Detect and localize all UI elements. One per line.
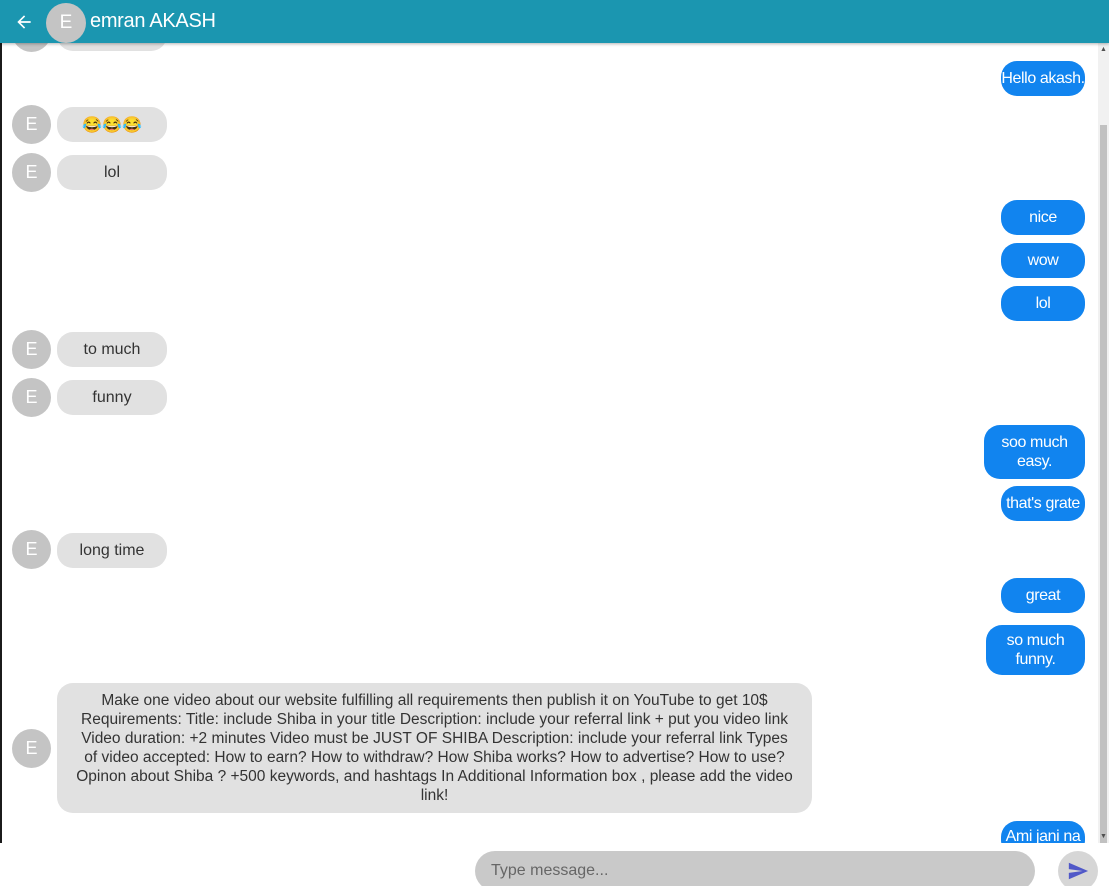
outgoing-message: soo much easy. — [984, 425, 1085, 479]
incoming-message: Make one video about our website fulfill… — [57, 683, 812, 813]
incoming-message — [57, 43, 167, 51]
contact-avatar[interactable]: E — [46, 2, 86, 43]
sender-avatar — [12, 43, 51, 52]
message-input[interactable] — [475, 851, 1035, 886]
message-composer — [0, 843, 1109, 886]
sender-avatar: E — [12, 378, 51, 417]
outgoing-message: nice — [1001, 200, 1085, 235]
sender-avatar: E — [12, 153, 51, 192]
chat-scrollbar[interactable]: ▲ ▼ — [1098, 43, 1109, 843]
sender-avatar: E — [12, 530, 51, 569]
incoming-message: to much — [57, 332, 167, 367]
scroll-down-arrow-icon[interactable]: ▼ — [1100, 833, 1107, 840]
incoming-message: long time — [57, 533, 167, 568]
chat-header: E emran AKASH — [0, 0, 1109, 43]
message-list[interactable]: Hello akash. E 😂😂😂 E lol nice wow lol E … — [2, 43, 1098, 843]
scroll-up-arrow-icon[interactable]: ▲ — [1100, 46, 1107, 53]
outgoing-message: that's grate — [1001, 486, 1085, 521]
sender-avatar: E — [12, 330, 51, 369]
send-icon — [1068, 862, 1089, 880]
outgoing-message: lol — [1001, 286, 1085, 321]
outgoing-message: so much funny. — [986, 625, 1085, 675]
scroll-thumb[interactable] — [1100, 125, 1107, 843]
send-button[interactable] — [1058, 851, 1098, 886]
arrow-left-icon — [17, 14, 31, 29]
incoming-message: funny — [57, 380, 167, 415]
incoming-message: lol — [57, 155, 167, 190]
outgoing-message: wow — [1001, 243, 1085, 278]
sender-avatar: E — [12, 729, 51, 768]
incoming-message: 😂😂😂 — [57, 107, 167, 142]
back-button[interactable] — [11, 9, 37, 35]
outgoing-message: Ami jani na — [1001, 821, 1085, 843]
contact-name[interactable]: emran AKASH — [90, 10, 216, 33]
outgoing-message: great — [1001, 578, 1085, 613]
sender-avatar: E — [12, 105, 51, 144]
outgoing-message: Hello akash. — [1001, 61, 1085, 96]
